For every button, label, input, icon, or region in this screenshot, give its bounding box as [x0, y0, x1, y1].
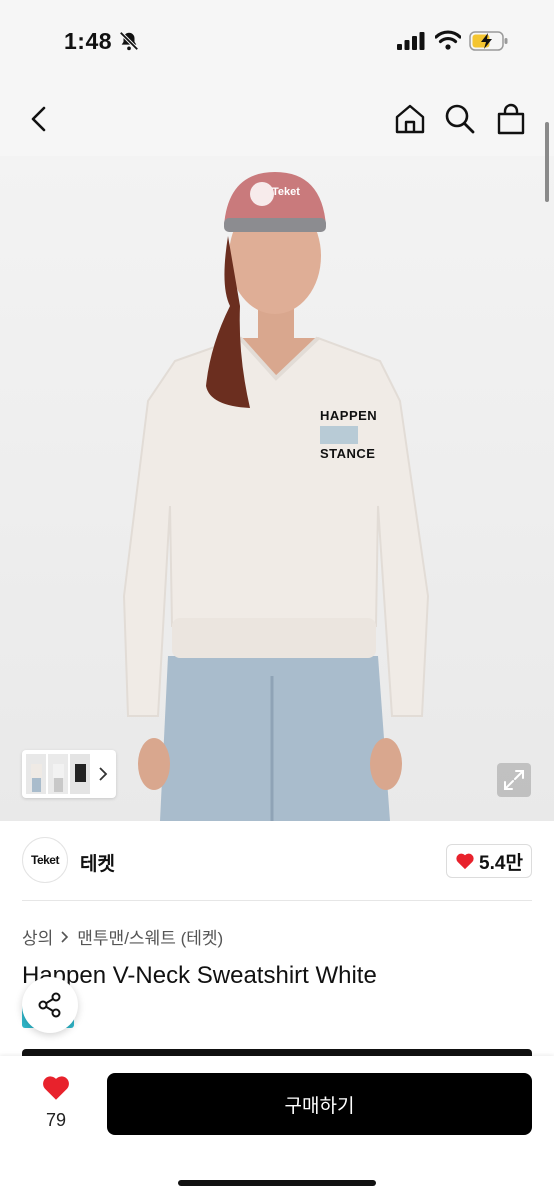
status-time: 1:48	[64, 28, 113, 54]
share-button[interactable]	[22, 977, 78, 1033]
breadcrumb: 상의 맨투맨/스웨트 (테켓)	[22, 924, 223, 949]
share-icon	[38, 992, 61, 1018]
print-text-line-2: STANCE	[320, 446, 376, 461]
breadcrumb-subcategory[interactable]: 맨투맨/스웨트 (테켓)	[77, 924, 223, 949]
brand-like-count: 5.4만	[479, 852, 523, 874]
thumbnail-images	[26, 754, 108, 794]
back-icon[interactable]	[22, 102, 56, 136]
bottom-bar: 79 구매하기	[0, 1056, 554, 1200]
expand-image-button[interactable]	[497, 763, 531, 797]
wifi-icon	[435, 30, 461, 50]
chevron-right-icon	[61, 930, 69, 943]
home-icon[interactable]	[393, 102, 427, 136]
wishlist-button[interactable]: 79	[28, 1074, 84, 1134]
brand-logo-text: Teket	[31, 853, 59, 867]
divider	[22, 900, 532, 901]
expand-icon	[504, 770, 524, 790]
battery-charging-icon	[469, 31, 508, 51]
brand-row[interactable]: Teket 테켓 5.4만	[0, 821, 554, 901]
heart-filled-icon	[43, 1076, 69, 1100]
status-bar: 1:48	[0, 0, 554, 80]
heart-icon	[456, 853, 474, 870]
signal-icon	[397, 32, 425, 50]
model-illustration	[122, 172, 430, 821]
nav-bar	[0, 80, 554, 156]
buy-button[interactable]: 구매하기	[107, 1073, 532, 1135]
brand-logo[interactable]: Teket	[22, 837, 68, 883]
print-text-line-1: HAPPEN	[320, 408, 378, 423]
product-title: Happen V-Neck Sweatshirt White	[22, 962, 377, 989]
search-icon[interactable]	[443, 102, 477, 136]
wishlist-count: 79	[45, 1110, 67, 1130]
brand-like-button[interactable]: 5.4만	[446, 844, 532, 878]
home-indicator	[178, 1180, 376, 1186]
product-image[interactable]: HAPPEN STANCE Teket	[0, 156, 554, 821]
scroll-indicator	[545, 122, 549, 202]
bell-off-icon	[119, 31, 139, 51]
cap-logo-text: Teket	[272, 186, 300, 198]
breadcrumb-category[interactable]: 상의	[22, 924, 53, 949]
bag-icon[interactable]	[494, 102, 528, 136]
thumbnail-strip[interactable]	[22, 750, 116, 798]
brand-name[interactable]: 테켓	[80, 849, 115, 876]
